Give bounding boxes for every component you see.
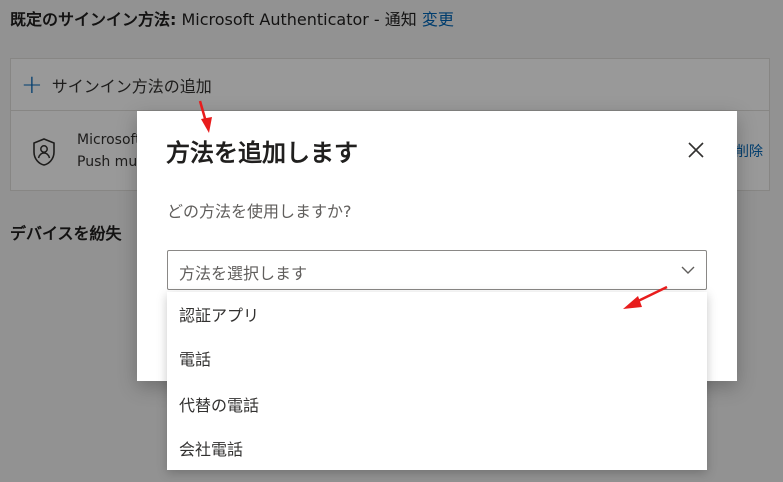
- chevron-down-icon: [681, 266, 695, 274]
- dialog-question: どの方法を使用しますか?: [167, 202, 352, 221]
- option-phone[interactable]: 電話: [167, 336, 707, 380]
- dialog-title: 方法を追加します: [166, 139, 358, 167]
- option-authenticator-app[interactable]: 認証アプリ: [167, 292, 707, 336]
- close-icon[interactable]: [685, 139, 707, 161]
- method-select[interactable]: 方法を選択します: [167, 250, 707, 290]
- method-dropdown-list: 認証アプリ 電話 代替の電話 会社電話: [167, 292, 707, 470]
- select-placeholder: 方法を選択します: [179, 264, 308, 283]
- option-alternate-phone[interactable]: 代替の電話: [167, 382, 707, 426]
- option-office-phone[interactable]: 会社電話: [167, 426, 707, 470]
